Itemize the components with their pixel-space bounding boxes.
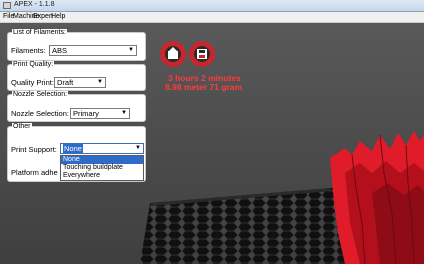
print-support-value: None	[63, 144, 83, 153]
save-icon	[197, 49, 207, 59]
support-option-everywhere[interactable]: Everywhere	[61, 172, 143, 180]
material-usage: 8.98 meter 71 gram	[165, 82, 243, 92]
model-mesh[interactable]	[330, 131, 424, 264]
filaments-legend: List of Filaments:	[12, 29, 67, 36]
chevron-down-icon: ▼	[128, 47, 134, 53]
load-model-button[interactable]	[160, 41, 186, 67]
quality-legend: Print Quality:	[12, 61, 55, 68]
filaments-label: Filaments:	[11, 46, 46, 55]
menu-bar: File Machine Expert Help	[0, 12, 424, 23]
other-legend: Other	[12, 123, 32, 130]
quality-select[interactable]: Draft ▼	[54, 77, 106, 88]
filaments-group: List of Filaments: Filaments: ABS ▼	[7, 29, 146, 61]
nozzle-legend: Nozzle Selection:	[12, 91, 69, 98]
support-option-none[interactable]: None	[61, 156, 143, 164]
quality-group: Print Quality: Quality Print: Draft ▼	[7, 61, 146, 91]
load-model-icon	[168, 47, 178, 59]
print-support-label: Print Support:	[11, 145, 57, 154]
platform-adhesion-label: Platform adhe	[11, 168, 58, 177]
nozzle-label: Nozzle Selection:	[11, 109, 69, 118]
nozzle-value: Primary	[73, 109, 99, 118]
nozzle-select[interactable]: Primary ▼	[70, 108, 130, 119]
chevron-down-icon: ▼	[135, 145, 141, 151]
print-support-dropdown: None Touching buildplate Everywhere	[60, 155, 144, 181]
quality-label: Quality Print:	[11, 78, 54, 87]
app-icon	[3, 2, 11, 9]
save-button[interactable]	[189, 41, 215, 67]
nozzle-group: Nozzle Selection: Nozzle Selection: Prim…	[7, 91, 146, 122]
window-title: APEX - 1.1.8	[14, 1, 55, 8]
print-support-select[interactable]: None ▼	[60, 143, 144, 154]
menu-help[interactable]: Help	[51, 13, 65, 20]
quality-value: Draft	[57, 78, 74, 87]
apex-window: APEX - 1.1.8 File Machine Expert Help 3 …	[0, 0, 424, 264]
support-option-touching-buildplate[interactable]: Touching buildplate	[61, 164, 143, 172]
title-bar: APEX - 1.1.8	[0, 0, 424, 12]
filaments-select[interactable]: ABS ▼	[49, 45, 137, 56]
chevron-down-icon: ▼	[121, 110, 127, 116]
filaments-value: ABS	[52, 46, 68, 55]
chevron-down-icon: ▼	[97, 79, 103, 85]
